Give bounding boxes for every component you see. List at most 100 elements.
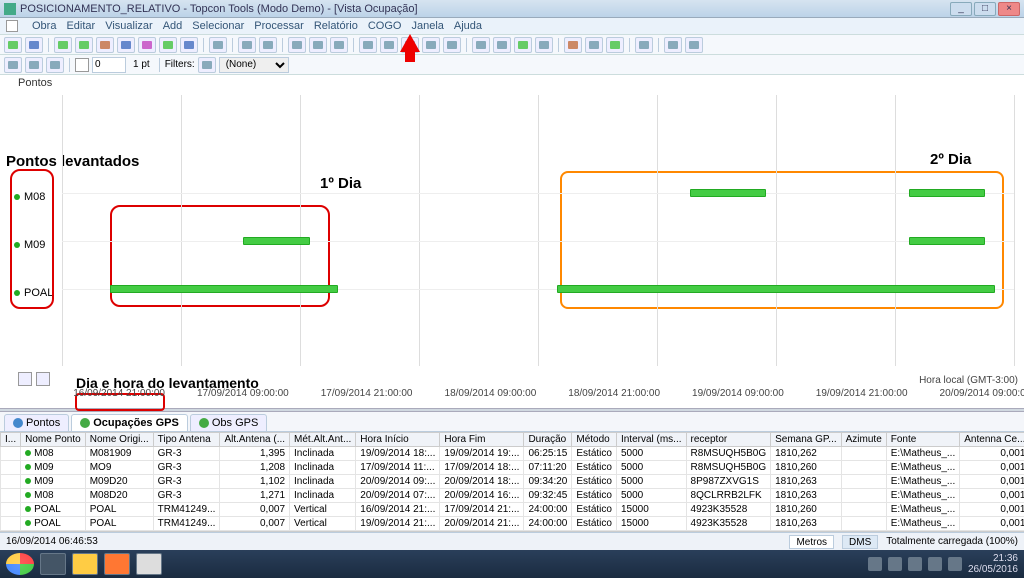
col-header[interactable]: Alt.Antena (... xyxy=(220,433,290,447)
occupation-chart: Pontos Pontos levantados 1º Dia 2º Dia D… xyxy=(0,75,1024,408)
xlabel: 16/09/2014 21:00:00 xyxy=(73,388,165,399)
cell: 17/09/2014 11:... xyxy=(356,461,440,475)
tool-icon[interactable] xyxy=(4,37,22,53)
copy-icon[interactable] xyxy=(309,37,327,53)
tool-icon[interactable] xyxy=(4,57,22,73)
start-button[interactable] xyxy=(6,553,34,575)
tab-pontos[interactable]: Pontos xyxy=(4,414,69,431)
tab-obs-gps[interactable]: Obs GPS xyxy=(190,414,267,431)
menu-cogo[interactable]: COGO xyxy=(368,20,402,32)
tool-icon[interactable] xyxy=(138,37,156,53)
tool-icon[interactable] xyxy=(180,37,198,53)
close-button[interactable]: × xyxy=(998,2,1020,16)
taskbar-topcon-icon[interactable] xyxy=(136,553,162,575)
tool-icon[interactable] xyxy=(54,37,72,53)
taskbar-chrome-icon[interactable] xyxy=(72,553,98,575)
view-icon[interactable] xyxy=(493,37,511,53)
data-grid-wrap[interactable]: I...Nome PontoNome Origi...Tipo AntenaAl… xyxy=(0,432,1024,532)
tool-icon[interactable] xyxy=(606,37,624,53)
occupation-bar[interactable] xyxy=(909,189,985,197)
line-width-input[interactable] xyxy=(92,57,126,73)
tool-icon[interactable] xyxy=(564,37,582,53)
col-header[interactable]: Hora Fim xyxy=(440,433,524,447)
tool-icon[interactable] xyxy=(664,37,682,53)
tool-icon[interactable] xyxy=(96,37,114,53)
color-swatch[interactable] xyxy=(75,58,89,72)
table-row[interactable]: POALPOALTRM41249...0,007Vertical16/09/20… xyxy=(1,503,1024,517)
col-header[interactable]: Antenna Ce... xyxy=(960,433,1024,447)
table-row[interactable]: M08M081909GR-31,395Inclinada19/09/2014 1… xyxy=(1,447,1024,461)
col-header[interactable]: I... xyxy=(1,433,21,447)
menu-janela[interactable]: Janela xyxy=(411,20,443,32)
tool-icon[interactable] xyxy=(25,37,43,53)
units-metros-button[interactable]: Metros xyxy=(789,535,834,549)
zoom-icon[interactable] xyxy=(359,37,377,53)
view-icon[interactable] xyxy=(514,37,532,53)
menu-obra[interactable]: Obra xyxy=(32,20,56,32)
tray-icon[interactable] xyxy=(948,557,962,571)
tool-icon[interactable] xyxy=(46,57,64,73)
tool-icon[interactable] xyxy=(635,37,653,53)
table-row[interactable]: M09M09D20GR-31,102Inclinada20/09/2014 09… xyxy=(1,475,1024,489)
occupation-bar[interactable] xyxy=(243,237,310,245)
col-header[interactable]: Azimute xyxy=(841,433,886,447)
redo-icon[interactable] xyxy=(259,37,277,53)
print-icon[interactable] xyxy=(209,37,227,53)
table-row[interactable]: POALPOALTRM41249...0,007Vertical19/09/20… xyxy=(1,517,1024,531)
paste-icon[interactable] xyxy=(330,37,348,53)
tool-icon[interactable] xyxy=(75,37,93,53)
col-header[interactable]: Duração xyxy=(524,433,572,447)
col-header[interactable]: Nome Origi... xyxy=(85,433,153,447)
col-header[interactable]: Tipo Antena xyxy=(153,433,220,447)
view-icon[interactable] xyxy=(472,37,490,53)
filters-icon[interactable] xyxy=(198,57,216,73)
zoom-fit-icon[interactable] xyxy=(36,372,50,386)
view-icon[interactable] xyxy=(535,37,553,53)
col-header[interactable]: Método xyxy=(572,433,617,447)
units-dms-button[interactable]: DMS xyxy=(842,535,878,549)
zoom-icon[interactable] xyxy=(443,37,461,53)
tool-icon[interactable] xyxy=(585,37,603,53)
taskbar-explorer-icon[interactable] xyxy=(40,553,66,575)
tool-icon[interactable] xyxy=(685,37,703,53)
tray-icon[interactable] xyxy=(928,557,942,571)
tray-icon[interactable] xyxy=(888,557,902,571)
col-header[interactable]: Mét.Alt.Ant... xyxy=(290,433,356,447)
col-header[interactable]: Interval (ms... xyxy=(616,433,686,447)
tool-icon[interactable] xyxy=(159,37,177,53)
col-header[interactable]: receptor xyxy=(686,433,771,447)
cut-icon[interactable] xyxy=(288,37,306,53)
menu-visualizar[interactable]: Visualizar xyxy=(105,20,153,32)
menu-ajuda[interactable]: Ajuda xyxy=(454,20,482,32)
menu-processar[interactable]: Processar xyxy=(254,20,304,32)
tray-icon[interactable] xyxy=(868,557,882,571)
maximize-button[interactable]: □ xyxy=(974,2,996,16)
filters-select[interactable]: (None) xyxy=(219,57,289,73)
chart-plot-area[interactable] xyxy=(62,95,1014,366)
col-header[interactable]: Semana GP... xyxy=(771,433,842,447)
col-header[interactable]: Hora Início xyxy=(356,433,440,447)
menu-relatorio[interactable]: Relatório xyxy=(314,20,358,32)
occupation-bar[interactable] xyxy=(110,285,338,293)
tool-icon[interactable] xyxy=(25,57,43,73)
undo-icon[interactable] xyxy=(238,37,256,53)
tab-ocupacoes-gps[interactable]: Ocupações GPS xyxy=(71,414,188,431)
table-row[interactable]: M08M08D20GR-31,271Inclinada20/09/2014 07… xyxy=(1,489,1024,503)
tool-icon[interactable] xyxy=(117,37,135,53)
menu-selecionar[interactable]: Selecionar xyxy=(192,20,244,32)
zoom-icon[interactable] xyxy=(380,37,398,53)
col-header[interactable]: Nome Ponto xyxy=(21,433,86,447)
table-row[interactable]: M09MO9GR-31,208Inclinada17/09/2014 11:..… xyxy=(1,461,1024,475)
menu-editar[interactable]: Editar xyxy=(66,20,95,32)
occupation-bar[interactable] xyxy=(690,189,766,197)
occupation-bar[interactable] xyxy=(557,285,995,293)
minimize-button[interactable]: _ xyxy=(950,2,972,16)
menu-add[interactable]: Add xyxy=(163,20,183,32)
occupation-bar[interactable] xyxy=(909,237,985,245)
zoom-out-icon[interactable] xyxy=(18,372,32,386)
tray-clock[interactable]: 21:36 26/05/2016 xyxy=(968,553,1018,575)
taskbar-firefox-icon[interactable] xyxy=(104,553,130,575)
zoom-icon[interactable] xyxy=(422,37,440,53)
col-header[interactable]: Fonte xyxy=(886,433,959,447)
tray-icon[interactable] xyxy=(908,557,922,571)
